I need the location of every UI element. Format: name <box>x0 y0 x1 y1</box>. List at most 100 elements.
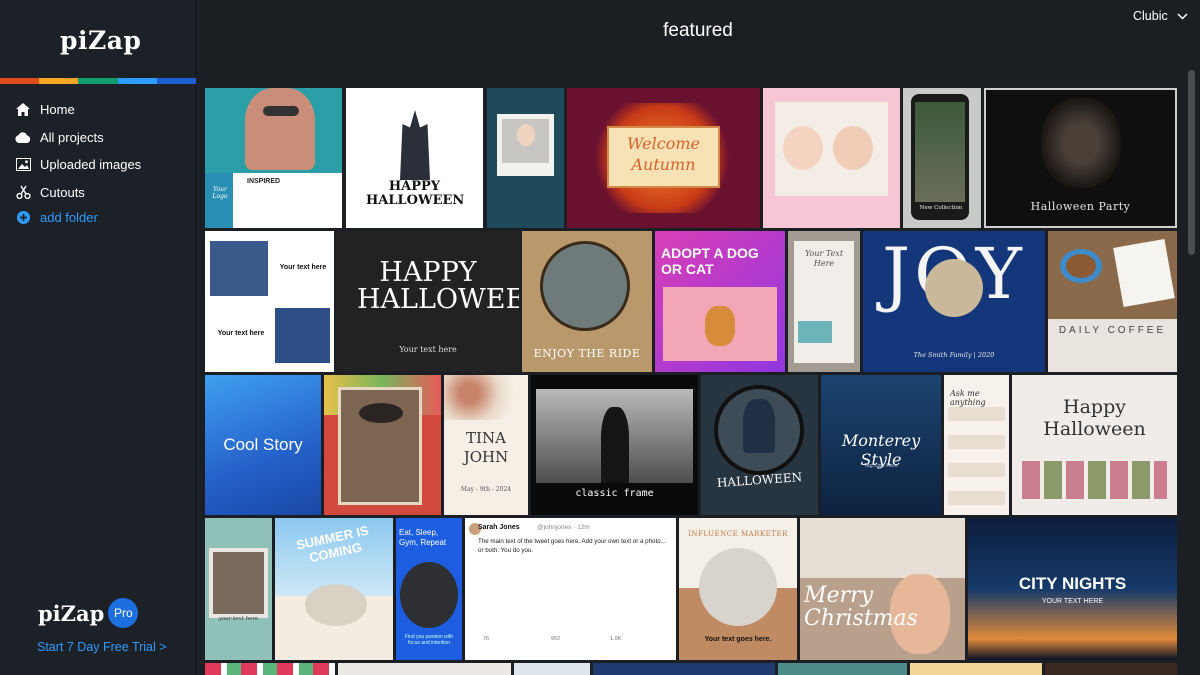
tile-inspired-title: INSPIRED <box>247 178 281 185</box>
sidebar-nav: Home All projects Uploaded images Cutout… <box>14 96 189 228</box>
user-menu[interactable]: Clubic <box>1133 9 1188 23</box>
pizap-pro-logo[interactable]: piZap Pro <box>38 598 139 628</box>
pro-logo-text: piZap <box>38 600 105 626</box>
tile-your-text-script: Your Text Here <box>804 249 844 268</box>
template-card-merry-christmas[interactable]: Merry Christmas <box>800 518 965 660</box>
template-card-row5-1[interactable] <box>205 663 335 675</box>
add-folder-button[interactable]: add folder <box>14 206 189 228</box>
scissors-icon <box>14 184 32 200</box>
template-card-city-nights[interactable]: CITY NIGHTS YOUR TEXT HERE <box>968 518 1177 660</box>
tile-tweet-name: Sarah Jones <box>478 524 520 531</box>
tile-influence-text: INFLUENCE MARKETER <box>688 530 788 538</box>
template-card-ask-me-anything[interactable]: Ask me anything <box>944 375 1009 515</box>
template-card-enjoy-the-ride[interactable]: ENJOY THE RIDE <box>522 231 652 372</box>
template-card-welcome-autumn[interactable]: Welcome Autumn <box>567 88 760 228</box>
tile-happy-halloween-kids-text: Happy Halloween <box>1043 396 1146 440</box>
template-card-classic-frame[interactable]: classic frame <box>531 375 698 515</box>
tile-happy-halloween-sub: Your text here <box>399 345 457 354</box>
tile-cool-story-text: Cool Story <box>223 435 303 454</box>
sidebar-item-cutouts[interactable]: Cutouts <box>14 179 189 207</box>
tile-your-text-small: your text here <box>218 616 259 622</box>
sidebar: piZap Home All projects Uploaded images … <box>0 0 197 675</box>
template-card-halloween-party[interactable]: Halloween Party <box>984 88 1177 228</box>
tile-gym-text: Eat, Sleep, Gym, Repeat <box>399 528 447 547</box>
template-card-row5-7[interactable] <box>1045 663 1177 675</box>
tile-ask-me-text: Ask me anything <box>950 389 986 407</box>
home-icon <box>14 102 32 118</box>
template-card-daily-coffee[interactable]: DAILY COFFEE <box>1048 231 1177 372</box>
sidebar-item-home[interactable]: Home <box>14 96 189 124</box>
tile-halloween-circle-text: HALLOWEEN <box>716 470 803 490</box>
tile-merry-text: Merry Christmas <box>804 583 918 632</box>
tile-halloween-castle-text: HAPPY HALLOWEEN <box>366 179 465 208</box>
sidebar-item-all-projects[interactable]: All projects <box>14 124 189 152</box>
sidebar-item-label: Home <box>40 102 75 118</box>
tile-tweet-handle: @johnjones · 12m <box>537 524 590 531</box>
template-card-happy-halloween[interactable]: HAPPY HALLOWEEN Your text here <box>337 231 519 372</box>
add-folder-label: add folder <box>40 209 98 225</box>
tile-inspired-logo: Your Logo <box>212 186 228 200</box>
tile-your-text-b: Your text here <box>217 330 265 337</box>
tile-welcome-autumn-text: Welcome Autumn <box>627 134 700 174</box>
tile-happy-halloween-text: HAPPY HALLOWEEN <box>357 257 519 315</box>
template-card-adopt-pet[interactable]: ADOPT A DOG OR CAT <box>655 231 785 372</box>
tile-adopt-text: ADOPT A DOG OR CAT <box>661 245 759 278</box>
template-card-halloween-circle[interactable]: HALLOWEEN <box>701 375 818 515</box>
plus-circle-icon <box>14 209 32 225</box>
tile-tweet-retweets: 902 <box>551 636 561 642</box>
template-card-cool-story[interactable]: Cool Story <box>205 375 321 515</box>
template-card-portrait-frame[interactable]: your text here <box>205 518 272 660</box>
user-name: Clubic <box>1133 9 1168 23</box>
tile-new-collection-text: New Collection <box>919 205 963 211</box>
tile-classic-frame-text: classic frame <box>575 488 654 499</box>
template-card-tweet[interactable]: Sarah Jones @johnjones · 12m The main te… <box>465 518 676 660</box>
template-card-influence-marketer[interactable]: INFLUENCE MARKETER Your text goes here. <box>679 518 797 660</box>
scrollbar-thumb[interactable] <box>1188 70 1195 255</box>
page-title: featured <box>663 20 733 41</box>
template-card-portrait-hat[interactable] <box>324 375 441 515</box>
template-card-phone-railway[interactable]: New Collection <box>903 88 981 228</box>
tile-tweet-replies: 76 <box>483 636 490 642</box>
template-card-row5-2[interactable] <box>338 663 511 675</box>
template-card-inspired[interactable]: INSPIRED Your Logo <box>205 88 342 228</box>
image-icon <box>14 157 32 173</box>
template-card-row5-5[interactable] <box>778 663 907 675</box>
template-card-your-text-here[interactable]: Your text here Your text here <box>205 231 334 372</box>
tile-tweet-likes: 1.9K <box>610 636 622 642</box>
template-card-tina-john[interactable]: TINA JOHN May - 9th - 2024 <box>444 375 528 515</box>
tile-influence-sub: Your text goes here. <box>704 636 772 643</box>
tile-city-nights-text: CITY NIGHTS <box>1018 574 1127 593</box>
pizap-logo[interactable]: piZap <box>60 26 141 55</box>
tile-city-nights-sub: YOUR TEXT HERE <box>1041 598 1104 605</box>
brand-color-stripe <box>0 78 197 84</box>
template-card-joy[interactable]: JOY The Smith Family | 2020 <box>863 231 1045 372</box>
tile-daily-coffee-text: DAILY COFFEE <box>1058 325 1167 336</box>
template-card-row5-6[interactable] <box>910 663 1042 675</box>
template-card-happy-halloween-kids[interactable]: Happy Halloween <box>1012 375 1177 515</box>
tile-monterey-sub: Tag Line Here <box>863 463 899 469</box>
template-grid: INSPIRED Your Logo HAPPY HALLOWEEN Welco… <box>204 87 1180 675</box>
free-trial-link[interactable]: Start 7 Day Free Trial > <box>37 640 167 654</box>
tile-joy-sub: The Smith Family | 2020 <box>913 351 995 359</box>
pro-badge: Pro <box>108 598 139 628</box>
tile-tweet-text: The main text of the tweet goes here. Ad… <box>478 538 666 554</box>
template-card-summer-coming[interactable]: SUMMER IS COMING <box>275 518 393 660</box>
tile-halloween-party-text: Halloween Party <box>1030 200 1131 213</box>
template-card-gym[interactable]: Eat, Sleep, Gym, Repeat Find you passion… <box>396 518 462 660</box>
sidebar-item-label: Uploaded images <box>40 157 142 173</box>
template-card-baby-bunnies[interactable] <box>763 88 900 228</box>
template-card-monterey-style[interactable]: Monterey Style Tag Line Here <box>821 375 941 515</box>
sidebar-item-uploaded-images[interactable]: Uploaded images <box>14 151 189 179</box>
tile-summer-text: SUMMER IS COMING <box>294 522 371 566</box>
template-card-row5-3[interactable] <box>514 663 590 675</box>
tile-your-text-a: Your text here <box>279 264 327 271</box>
tile-gym-sub: Find you passion with focus and intentio… <box>404 634 454 646</box>
sidebar-item-label: Cutouts <box>40 184 85 200</box>
template-card-row5-4[interactable] <box>593 663 775 675</box>
template-card-your-text-script[interactable]: Your Text Here <box>788 231 860 372</box>
tile-tina-john-text: TINA JOHN <box>463 429 509 466</box>
tile-wedding-date: May - 9th - 2024 <box>460 486 512 493</box>
template-card-halloween-castle[interactable]: HAPPY HALLOWEEN <box>346 88 483 228</box>
pizap-app: piZap Home All projects Uploaded images … <box>0 0 1200 675</box>
template-card-polaroid-portrait[interactable] <box>487 88 564 228</box>
